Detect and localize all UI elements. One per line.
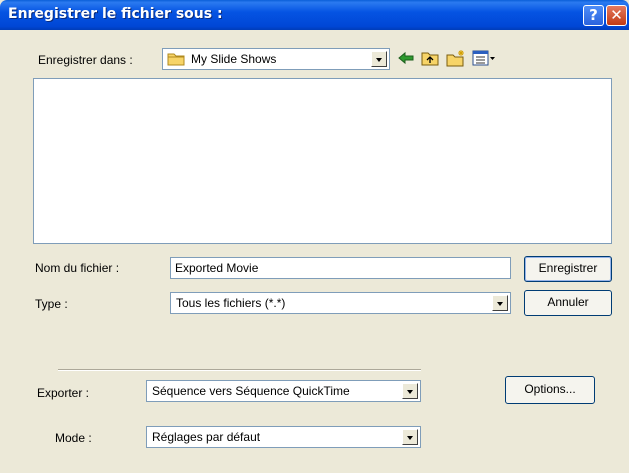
file-name-input[interactable]: Exported Movie: [170, 257, 511, 279]
mode-dropdown[interactable]: Réglages par défaut: [146, 426, 421, 448]
export-value: Séquence vers Séquence QuickTime: [152, 384, 350, 398]
export-label: Exporter :: [37, 386, 90, 400]
options-button[interactable]: Options...: [505, 376, 595, 404]
folder-icon: [167, 53, 185, 66]
save-dialog: Enregistrer le fichier sous : ? ✕ Enregi…: [0, 0, 629, 473]
export-dropdown[interactable]: Séquence vers Séquence QuickTime: [146, 380, 421, 402]
file-name-label: Nom du fichier :: [35, 261, 120, 275]
chevron-down-icon[interactable]: [492, 295, 508, 311]
separator: [58, 369, 421, 371]
save-in-dropdown[interactable]: My Slide Shows: [162, 48, 390, 70]
chevron-down-icon[interactable]: [402, 383, 418, 399]
cancel-button[interactable]: Annuler: [524, 290, 612, 316]
file-type-label: Type :: [35, 297, 68, 311]
back-icon[interactable]: [397, 49, 415, 67]
chevron-down-icon[interactable]: [402, 429, 418, 445]
title-bar: Enregistrer le fichier sous : ? ✕: [0, 0, 629, 30]
save-in-value: My Slide Shows: [191, 52, 277, 66]
file-list[interactable]: [33, 78, 612, 244]
close-button[interactable]: ✕: [606, 5, 627, 26]
help-button[interactable]: ?: [583, 5, 604, 26]
chevron-down-icon[interactable]: [371, 51, 387, 67]
up-folder-icon[interactable]: [421, 49, 439, 67]
file-type-dropdown[interactable]: Tous les fichiers (*.*): [170, 292, 511, 314]
save-button[interactable]: Enregistrer: [524, 256, 612, 282]
file-name-value: Exported Movie: [175, 261, 259, 275]
file-type-value: Tous les fichiers (*.*): [176, 296, 286, 310]
new-folder-icon[interactable]: [446, 49, 466, 67]
view-menu-icon[interactable]: [472, 49, 496, 67]
save-in-label: Enregistrer dans :: [38, 53, 133, 67]
mode-value: Réglages par défaut: [152, 430, 261, 444]
mode-label: Mode :: [55, 431, 92, 445]
dialog-title: Enregistrer le fichier sous :: [8, 6, 223, 22]
